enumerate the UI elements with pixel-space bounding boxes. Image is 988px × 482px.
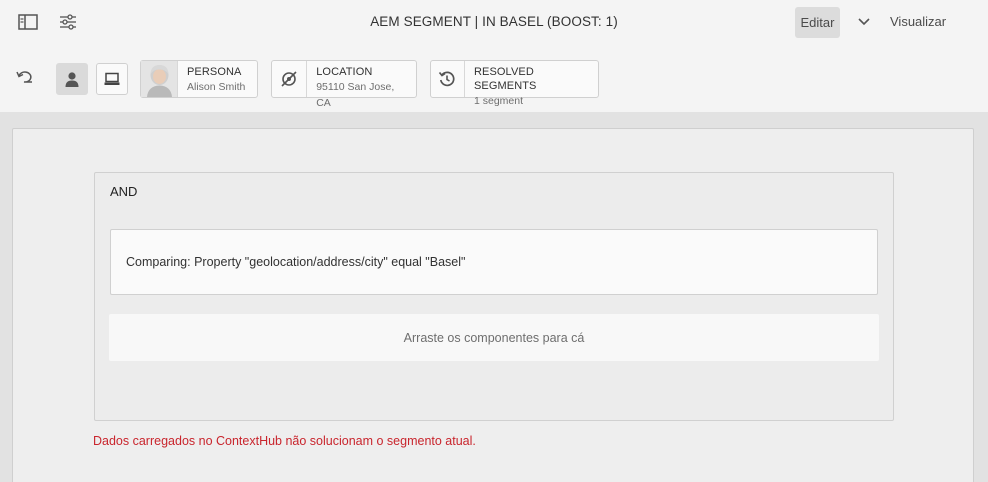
refresh-icon bbox=[438, 70, 456, 88]
persona-label: PERSONA bbox=[187, 66, 242, 78]
device-icon bbox=[104, 72, 120, 86]
location-card[interactable]: LOCATION 95110 San Jose, CA bbox=[271, 60, 417, 109]
persona-icon bbox=[64, 71, 80, 87]
comparison-rule[interactable]: Comparing: Property "geolocation/address… bbox=[110, 229, 878, 295]
device-toggle[interactable] bbox=[96, 63, 128, 95]
segment-canvas: AND Comparing: Property "geolocation/add… bbox=[12, 128, 974, 482]
persona-toggle[interactable] bbox=[56, 63, 88, 95]
location-value: 95110 San Jose, CA bbox=[316, 81, 395, 109]
edit-button[interactable]: Editar bbox=[795, 7, 840, 38]
chevron-down-icon[interactable] bbox=[852, 11, 876, 33]
rule-text: Comparing: Property "geolocation/address… bbox=[126, 255, 466, 269]
persona-card[interactable]: PERSONA Alison Smith bbox=[140, 60, 258, 98]
context-toolbar: PERSONA Alison Smith LOCATION 95110 San … bbox=[0, 45, 988, 112]
container-operator-label: AND bbox=[110, 184, 138, 199]
location-label: LOCATION bbox=[316, 66, 373, 78]
error-message: Dados carregados no ContextHub não soluc… bbox=[93, 434, 476, 448]
and-container[interactable]: AND Comparing: Property "geolocation/add… bbox=[94, 172, 894, 421]
avatar bbox=[141, 61, 178, 97]
persona-value: Alison Smith bbox=[187, 81, 246, 93]
location-icon bbox=[280, 70, 298, 88]
resolved-segments-label: RESOLVED SEGMENTS bbox=[473, 66, 537, 92]
undo-icon[interactable] bbox=[11, 63, 39, 91]
resolved-segments-value: 1 segment bbox=[473, 95, 523, 107]
top-bar: AEM SEGMENT | IN BASEL (BOOST: 1) Editar… bbox=[0, 0, 988, 45]
resolved-segments-card[interactable]: RESOLVED SEGMENTS 1 segment bbox=[430, 60, 599, 107]
component-dropzone[interactable]: Arraste os componentes para cá bbox=[109, 314, 879, 361]
preview-button[interactable]: Visualizar bbox=[890, 14, 946, 29]
